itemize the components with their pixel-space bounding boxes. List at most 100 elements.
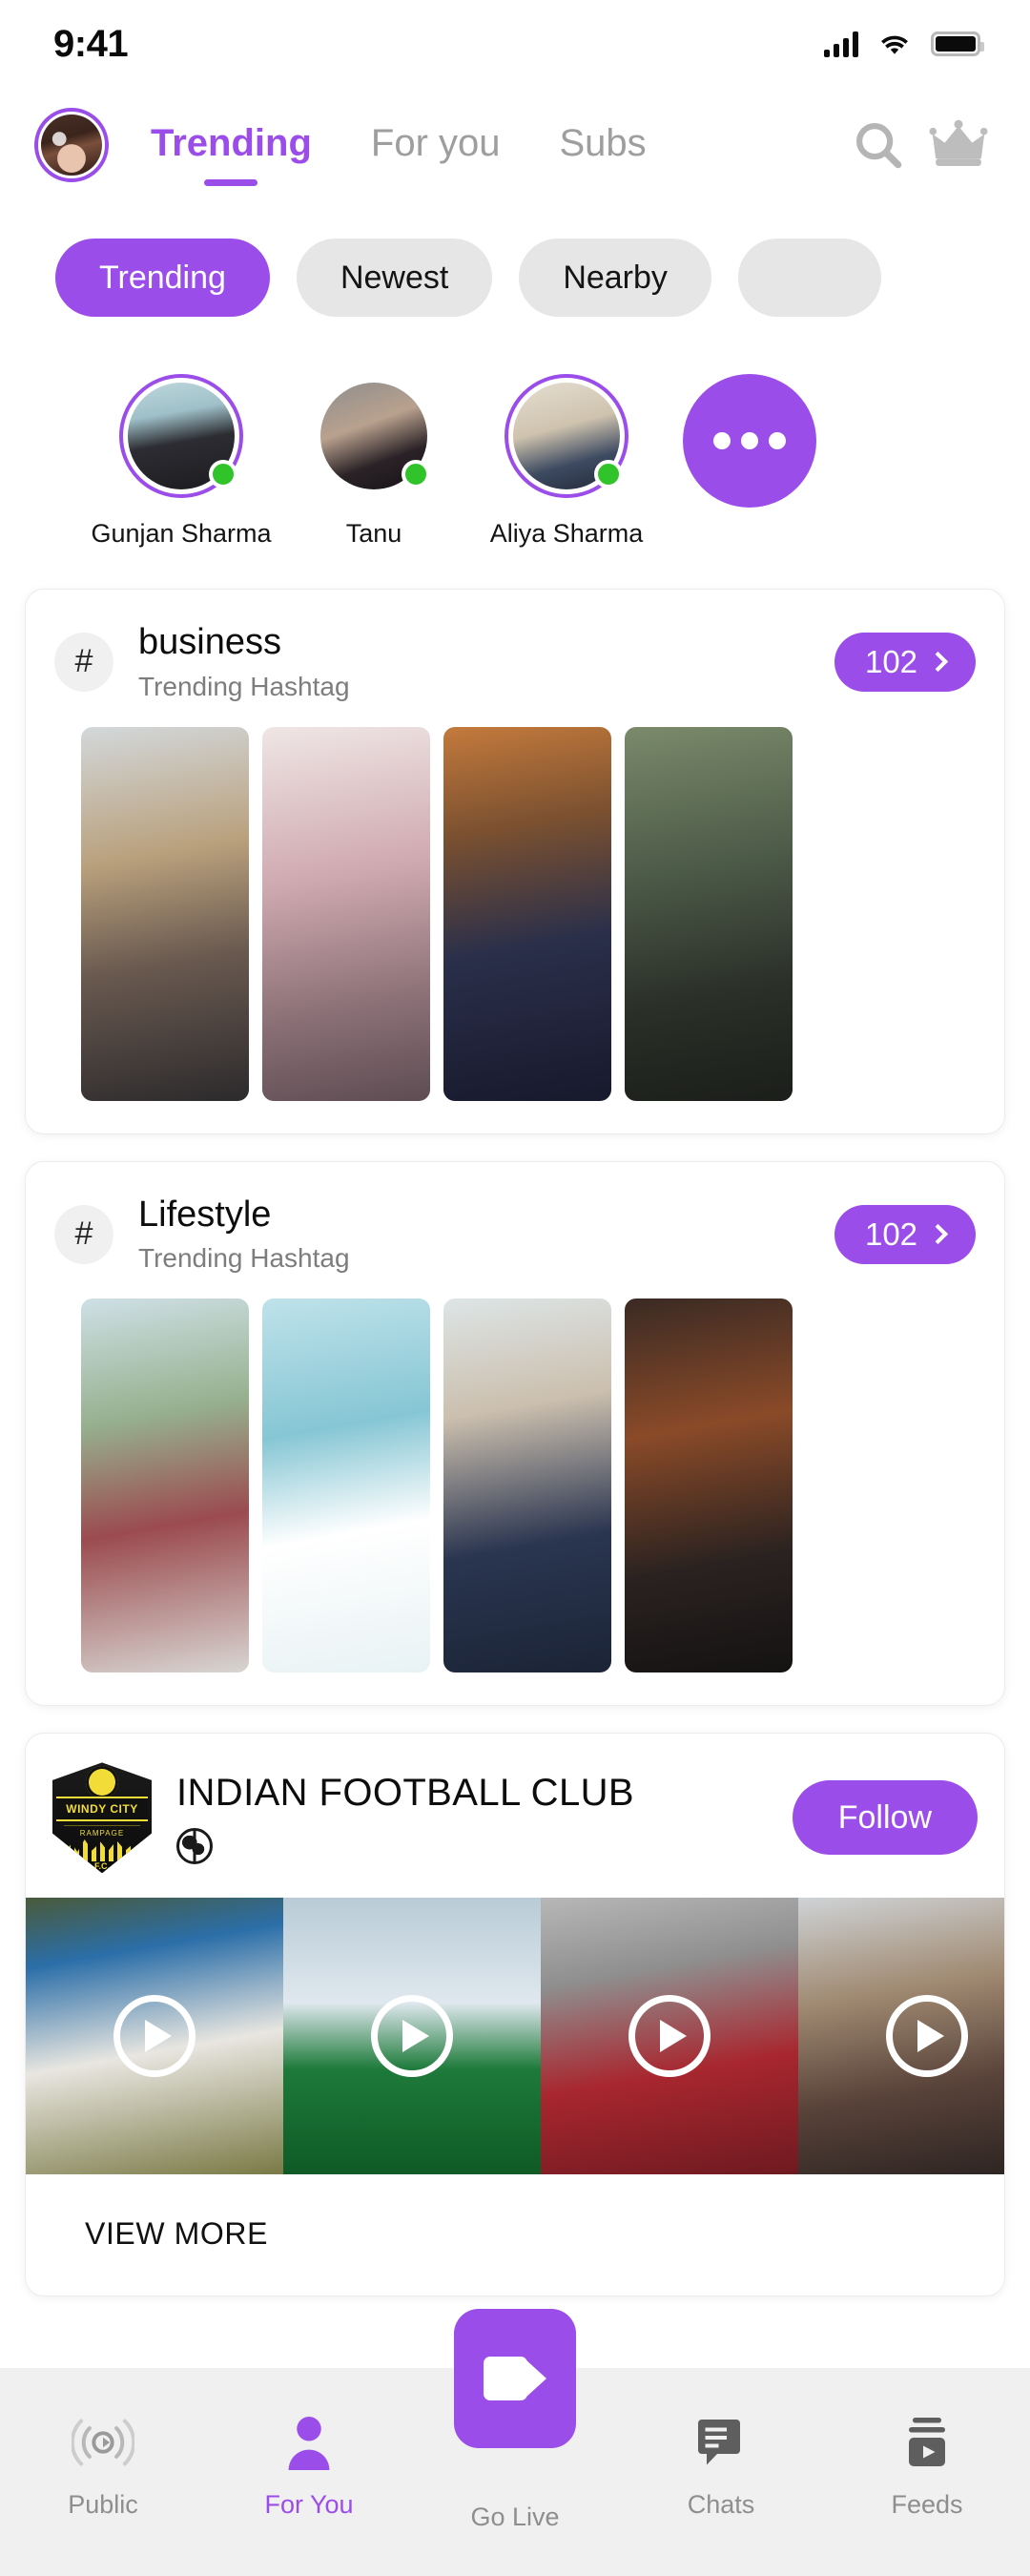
filter-chips: Trending Newest Nearby <box>0 202 1030 317</box>
club-card[interactable]: WINDY CITY RAMPAGE F.C. INDIAN FOOTBALL … <box>25 1733 1005 2297</box>
view-more-link[interactable]: VIEW MORE <box>26 2174 1004 2296</box>
thumbnail[interactable] <box>81 1298 249 1673</box>
club-meta: INDIAN FOOTBALL CLUB <box>176 1772 793 1864</box>
chat-icon <box>689 2410 753 2475</box>
play-icon[interactable] <box>886 1995 968 2078</box>
shield-icon: WINDY CITY RAMPAGE F.C. <box>52 1762 152 1874</box>
video-thumbnail[interactable] <box>283 1898 541 2175</box>
card-title-group: business Trending Hashtag <box>138 622 834 702</box>
go-live-button[interactable] <box>454 2309 576 2448</box>
story-name: Aliya Sharma <box>489 519 644 548</box>
globe-icon <box>176 1827 213 1864</box>
ellipsis-dot-icon <box>741 432 758 449</box>
nav-label-feeds: Feeds <box>891 2490 963 2519</box>
feed-icon <box>895 2410 959 2475</box>
avatar[interactable] <box>34 108 109 182</box>
thumbnail-strip <box>26 726 1004 1133</box>
ellipsis-dot-icon <box>713 432 731 449</box>
count-badge[interactable]: 102 <box>834 632 976 692</box>
nav-item-feeds[interactable]: Feeds <box>824 2410 1030 2520</box>
video-thumbnail[interactable] <box>798 1898 1004 2175</box>
club-fc-text: F.C. <box>93 1861 110 1872</box>
play-icon[interactable] <box>628 1995 711 2078</box>
wifi-icon <box>881 35 908 54</box>
more-stories-button[interactable] <box>683 374 816 508</box>
hashtag-card[interactable]: # business Trending Hashtag 102 <box>25 589 1005 1134</box>
card-header: # Lifestyle Trending Hashtag 102 <box>26 1162 1004 1299</box>
nav-item-for-you[interactable]: For You <box>206 2410 412 2520</box>
story-item[interactable]: Aliya Sharma <box>490 374 643 549</box>
thumbnail-strip <box>26 1298 1004 1705</box>
hashtag-card[interactable]: # Lifestyle Trending Hashtag 102 <box>25 1160 1005 1707</box>
search-icon[interactable] <box>849 115 908 175</box>
bottom-navigation: Public For You Go Live Chats Feeds <box>0 2309 1030 2576</box>
chevron-right-icon <box>927 652 949 673</box>
nav-label-go-live: Go Live <box>470 2503 560 2531</box>
card-title: business <box>138 622 281 662</box>
club-logo: WINDY CITY RAMPAGE F.C. <box>52 1762 152 1874</box>
thumbnail[interactable] <box>443 726 611 1101</box>
club-band2-text: RAMPAGE <box>64 1825 140 1840</box>
thumbnail[interactable] <box>625 726 793 1101</box>
chip-trending[interactable]: Trending <box>55 239 270 317</box>
status-icons <box>824 31 984 57</box>
tab-trending[interactable]: Trending <box>151 122 312 169</box>
play-icon[interactable] <box>113 1995 196 2078</box>
soccer-ball-icon <box>86 1766 118 1799</box>
avatar-image <box>41 114 102 176</box>
club-name: INDIAN FOOTBALL CLUB <box>176 1771 634 1814</box>
signal-bars-icon <box>824 31 858 57</box>
thumbnail[interactable] <box>81 726 249 1101</box>
club-header: WINDY CITY RAMPAGE F.C. INDIAN FOOTBALL … <box>26 1734 1004 1898</box>
hash-icon: # <box>54 1204 113 1264</box>
video-thumbnail[interactable] <box>26 1898 283 2175</box>
story-avatar-ring <box>119 374 243 498</box>
count-value: 102 <box>864 1215 918 1252</box>
chevron-right-icon <box>927 1223 949 1245</box>
follow-button[interactable]: Follow <box>792 1780 978 1856</box>
nav-label-for-you: For You <box>264 2490 354 2519</box>
play-icon[interactable] <box>371 1995 453 2078</box>
thumbnail[interactable] <box>443 1298 611 1673</box>
status-bar: 9:41 <box>0 0 1030 88</box>
video-strip <box>26 1898 1004 2175</box>
app-header: Trending For you Subs <box>0 88 1030 202</box>
header-tabs: Trending For you Subs <box>151 122 849 169</box>
card-subtitle: Trending Hashtag <box>138 1243 350 1274</box>
tab-subs[interactable]: Subs <box>560 122 647 169</box>
story-item[interactable]: Gunjan Sharma <box>91 374 272 549</box>
tab-for-you[interactable]: For you <box>371 122 501 169</box>
video-thumbnail[interactable] <box>541 1898 798 2175</box>
online-indicator <box>594 460 623 488</box>
story-avatar-ring <box>312 374 436 498</box>
nav-label-chats: Chats <box>687 2490 755 2519</box>
story-item[interactable]: Tanu <box>298 374 450 549</box>
hash-icon: # <box>54 632 113 692</box>
video-camera-icon <box>484 2357 546 2400</box>
club-band-text: WINDY CITY <box>56 1797 148 1822</box>
story-avatar-ring <box>505 374 628 498</box>
story-name: Tanu <box>345 519 402 548</box>
thumbnail[interactable] <box>625 1298 793 1673</box>
nav-label-public: Public <box>68 2490 138 2519</box>
chip-newest[interactable]: Newest <box>296 239 493 317</box>
card-subtitle: Trending Hashtag <box>138 671 350 701</box>
thumbnail[interactable] <box>262 1298 430 1673</box>
online-indicator <box>209 460 237 488</box>
chip-partial[interactable] <box>737 239 881 317</box>
thumbnail[interactable] <box>262 726 430 1101</box>
nav-item-chats[interactable]: Chats <box>618 2410 824 2520</box>
status-time: 9:41 <box>53 22 129 65</box>
broadcast-icon <box>71 2410 135 2475</box>
count-badge[interactable]: 102 <box>834 1204 976 1264</box>
crown-icon[interactable] <box>929 118 988 172</box>
chip-nearby[interactable]: Nearby <box>519 239 711 317</box>
nav-item-public[interactable]: Public <box>0 2410 206 2520</box>
card-title-group: Lifestyle Trending Hashtag <box>138 1195 834 1275</box>
card-header: # business Trending Hashtag 102 <box>26 590 1004 727</box>
header-actions <box>849 115 988 175</box>
online-indicator <box>402 460 430 488</box>
story-name: Gunjan Sharma <box>91 519 272 548</box>
card-title: Lifestyle <box>138 1194 272 1235</box>
count-value: 102 <box>864 643 918 679</box>
